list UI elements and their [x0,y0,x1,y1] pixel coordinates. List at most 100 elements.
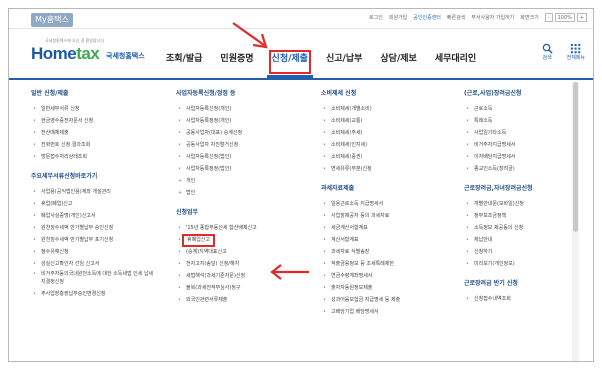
menu-link[interactable]: '15년 종합부동산세 합산배제신고 [176,222,257,234]
screen-size-label: 화면크기 [520,15,539,21]
menu-link[interactable]: 성과어음보험금 지급명세 등 제출 [321,294,400,306]
menu-link[interactable]: 정부보조금정책 [464,210,533,222]
menu-link[interactable]: (승계)지역대표신고 [176,246,257,258]
menu-link[interactable]: 소비제세(교통) [321,115,400,127]
menu-list: 소비제세(개별소비) 소비제세(교통) 소비제세(주세) 소비제세(인지세) 소… [321,103,400,175]
menu-link[interactable]: 사업자등록정정(법인) [176,163,257,175]
menu-link[interactable]: 특례소득 [464,115,533,127]
menu-list: 신청접수내역조회 [464,293,533,305]
menu-link[interactable]: 소비제세(인지세) [321,139,400,151]
column-heading: 주요세무서류신청바로가기 [31,173,98,180]
expand-link[interactable]: 개인 [176,175,257,187]
menu-link[interactable]: 종교인소득(장려금) [464,163,533,175]
column-heading: (근로,사업)장려금신청 [464,90,522,97]
quick-search-link[interactable]: 빠른검색 [447,14,465,21]
menu-link[interactable]: 외국인관련서류제출 [176,294,257,306]
menu-link[interactable]: 개별안내문(모바일)신청 [464,198,533,210]
menu-link[interactable]: 신청하기 [464,246,533,258]
menu-link[interactable]: 소비제세(개별소비) [321,103,400,115]
vertical-scrollbar[interactable] [572,82,579,361]
menu-link[interactable]: 사업일기타소득 [464,127,533,139]
menu-link[interactable]: 전화번호 신청 결과조회 [31,139,157,151]
menu-link[interactable]: 과세자료 식별송장 [321,246,400,258]
menu-link[interactable]: 세금계산서합계표 [321,222,400,234]
menu-link[interactable]: 신청접수내역조회 [464,293,533,305]
menu-link[interactable]: 비거주자등의국내원천소득에 대한 소득세법 인세 납세지결정신청 [31,270,157,288]
column-heading: 과세자료제출 [321,185,355,192]
nav-item-consulting[interactable]: 상담/제보 [371,52,425,78]
menu-link[interactable]: 일용근로소득 지급명세서 [321,198,400,210]
menu-link[interactable]: 이자배당지급명세서 [464,151,533,163]
menu-link[interactable]: 적출금융정보 등 조세특례제한 [321,258,400,270]
menu-link[interactable]: 방문접수처리상태조회 [31,151,157,163]
column-heading: 신청업무 [176,209,199,216]
logo-korean-text: 국세청홈택스 [106,52,145,60]
menu-link[interactable]: 사업자등록신청(개인) [176,103,257,115]
menu-link[interactable]: 주사업장총괄납부승인변경신청 [31,288,157,300]
header-icons: 검색 전체메뉴 [542,43,585,61]
menu-link[interactable]: 성실신고확인자 선임 신고서 [31,258,157,270]
menu-link[interactable]: 폐업사실증명(개인)신고서 [31,210,157,222]
menu-link[interactable]: 소비제세(증권) [321,151,400,163]
menu-link[interactable]: 계산서합계표 [321,234,400,246]
column-heading: 근로장려금 반기 신청 [464,280,518,287]
logo-main-text: Home [31,44,77,63]
menu-link[interactable]: 일반세무서류 신청 [31,103,157,115]
menu-list: '15년 종합부동산세 합산배제신고 휴폐업신고 (승계)지역대표신고 전자고지… [176,222,257,306]
menu-link[interactable]: 원천징수세액 반기별납부 포기신청 [31,234,157,246]
main-nav: 조회/발급 민원증명 신청/제출 신고/납부 상담/제보 세무대리인 [157,52,485,78]
menu-link[interactable]: 출자자동원정보제출 [321,282,400,294]
nav-item-filing[interactable]: 신고/납부 [317,52,371,78]
menu-link[interactable]: 사업용(공익법인용)계좌 개설관리 [31,186,157,198]
zoom-control: - 100% + [544,13,587,22]
menu-link[interactable]: 전자고지(송달) 신청/해지 [176,258,257,270]
zoom-minus-button[interactable]: - [544,13,553,22]
menu-link[interactable]: 미리보기(개인정보) [464,258,533,270]
menu-link[interactable]: 사업자등록정정(개인) [176,115,257,127]
menu-link[interactable]: 연금수령계좌명세서 [321,270,400,282]
login-link[interactable]: 로그인 [369,14,383,21]
expand-link[interactable]: 법인 [176,187,257,199]
menu-link[interactable]: 사업자등록신청(법인) [176,151,257,163]
signup-link[interactable]: 회원가입 [389,14,407,21]
menu-link[interactable]: 면세유류(부분)신청 [321,163,400,175]
menu-link[interactable]: 불복(과세전적부심사)청구 [176,282,257,294]
arrow-annotation-icon [270,264,309,280]
hometax-logo[interactable]: 국세청홈택스에 오신 걸 환영합니다 Hometax 국세청홈택스 [31,38,151,72]
menu-column-incentives: (근로,사업)장려금신청 근로소득 특례소득 사업일기타소득 비거주자지급명세서… [464,88,533,305]
search-icon [542,43,553,54]
menu-link[interactable]: 체납안내 [464,234,533,246]
menu-list: 일용근로소득 지급명세서 사업장제공자 등의 과세자료 세금계산서합계표 계산서… [321,198,400,318]
annotation-highlight-box [269,50,311,74]
menu-link[interactable]: 전산매체제출 [31,127,157,139]
menu-link[interactable]: 정수유예신청 [31,246,157,258]
mega-menu-content: 일반 신청/제출 일반세무서류 신청 현금영수증전자문서 신청 전산매체제출 전… [9,82,593,361]
menu-link[interactable]: 비거주자지급명세서 [464,139,533,151]
scrollbar-thumb[interactable] [573,82,578,232]
my-hometax-tab[interactable]: My홈택스 [31,13,73,27]
menu-link[interactable]: 공동사업자 자진철거신청 [176,139,257,151]
column-heading: 일반 신청/제출 [31,90,69,97]
menu-link[interactable]: 근로소득 [464,103,533,115]
menu-link[interactable]: 소득정보 제공동의 신청 [464,222,533,234]
zoom-plus-button[interactable]: + [576,13,587,22]
dept-user-link[interactable]: 부서사용자 가입하기 [471,14,514,21]
menu-link[interactable]: 공동사업자(대표) 승계신청 [176,127,257,139]
menu-link[interactable]: 소비제세(주세) [321,127,400,139]
closure-report-item[interactable]: 휴폐업신고 [176,234,257,247]
menu-link[interactable]: 원천징수세액 반기별납부 승인신청 [31,222,157,234]
menu-link[interactable]: 휴업(폐업)신고 [31,198,157,210]
menu-column-consumption: 소비제세 신청 소비제세(개별소비) 소비제세(교통) 소비제세(주세) 소비제… [321,88,400,318]
nav-item-inquiry[interactable]: 조회/발급 [157,52,211,78]
menu-link[interactable]: 고배당기업 배당명세서 [321,306,400,318]
search-button[interactable]: 검색 [542,43,553,61]
nav-item-certificates[interactable]: 민원증명 [211,52,262,78]
all-menu-button[interactable]: 전체메뉴 [567,43,585,61]
browser-frame: My홈택스 로그인 회원가입 공인인증센터 빠른검색 부서사용자 가입하기 화면… [8,8,594,362]
menu-link[interactable]: 세법해석(과세기준자문)신청 [176,270,257,282]
column-heading: 소비제세 신청 [321,90,357,97]
nav-item-tax-agent[interactable]: 세무대리인 [426,52,485,78]
cert-center-link[interactable]: 공인인증센터 [413,14,441,21]
menu-link[interactable]: 현금영수증전자문서 신청 [31,115,157,127]
menu-link[interactable]: 사업장제공자 등의 과세자료 [321,210,400,222]
